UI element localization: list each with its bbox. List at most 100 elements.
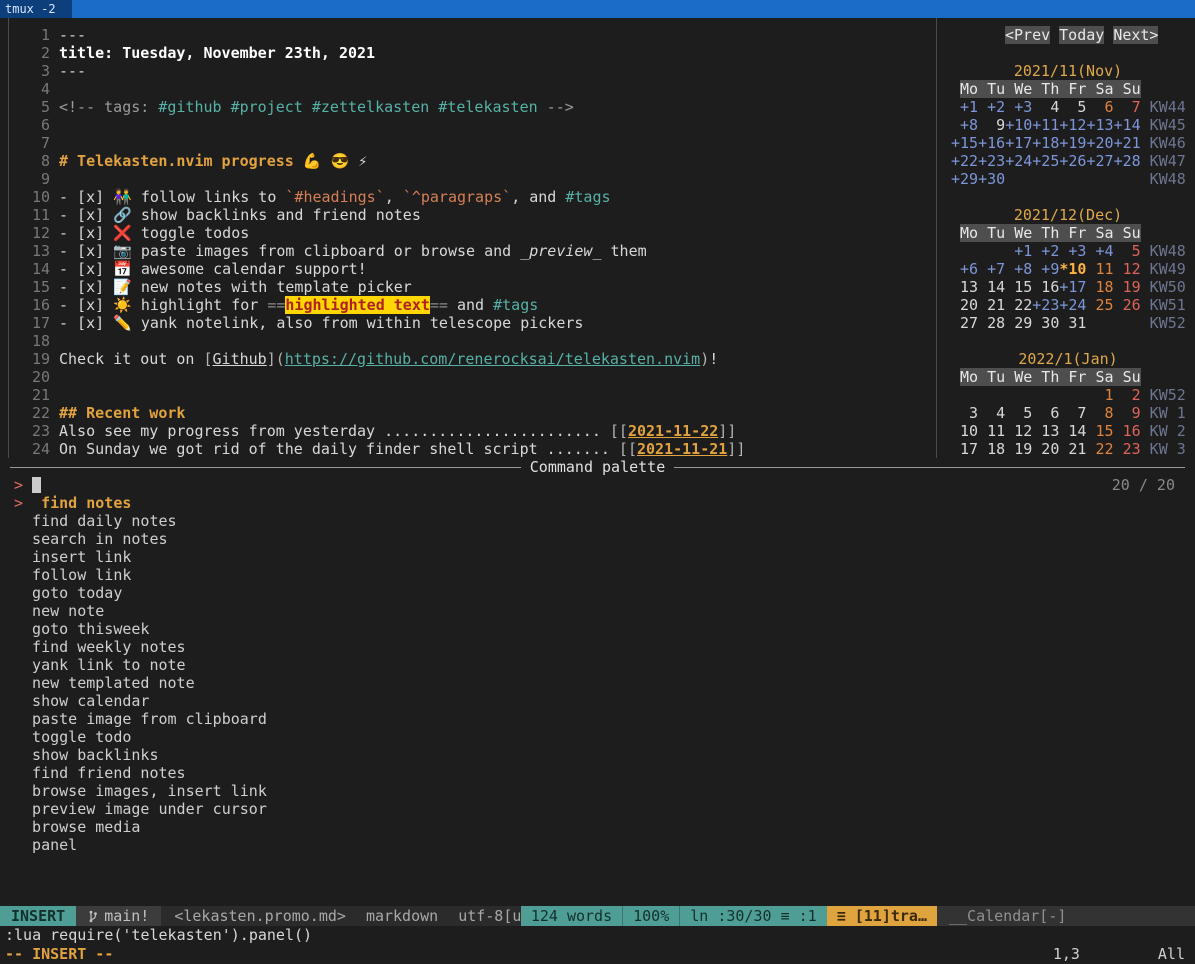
calendar-day[interactable]: +2 xyxy=(1032,242,1059,260)
calendar-day[interactable]: 21 xyxy=(978,296,1005,314)
calendar-day[interactable]: +25 xyxy=(1032,152,1059,170)
calendar-day[interactable]: +6 xyxy=(951,260,978,278)
calendar-day[interactable]: 9 xyxy=(1114,404,1141,422)
calendar-day[interactable]: 11 xyxy=(978,422,1005,440)
calendar-day[interactable]: 29 xyxy=(1005,314,1032,332)
calendar-day[interactable]: +21 xyxy=(1114,134,1141,152)
calendar-day[interactable]: +26 xyxy=(1059,152,1086,170)
calendar-day[interactable]: 16 xyxy=(1114,422,1141,440)
calendar-day[interactable]: +2 xyxy=(978,98,1005,116)
palette-item[interactable]: browse media xyxy=(0,818,1195,836)
tabline-indicator[interactable]: ≡ [11]tra… xyxy=(827,906,937,926)
calendar-day[interactable]: +14 xyxy=(1114,116,1141,134)
palette-prompt-input[interactable]: > 20 / 20 xyxy=(0,476,1195,494)
calendar-day[interactable]: 20 xyxy=(951,296,978,314)
calendar-day[interactable]: 19 xyxy=(1005,440,1032,458)
vim-command-line[interactable]: :lua require('telekasten').panel() xyxy=(0,926,1195,944)
calendar-day[interactable]: 14 xyxy=(978,278,1005,296)
calendar-today-button[interactable]: Today xyxy=(1059,26,1104,44)
calendar-day[interactable]: 12 xyxy=(1114,260,1141,278)
palette-item[interactable]: new templated note xyxy=(0,674,1195,692)
palette-item[interactable]: goto thisweek xyxy=(0,620,1195,638)
calendar-day[interactable]: +27 xyxy=(1086,152,1113,170)
calendar-day[interactable]: +8 xyxy=(951,116,978,134)
calendar-day[interactable]: 13 xyxy=(951,278,978,296)
calendar-day[interactable]: 7 xyxy=(1114,98,1141,116)
calendar-day[interactable]: 13 xyxy=(1032,422,1059,440)
calendar-day[interactable]: 6 xyxy=(1086,98,1113,116)
calendar-day[interactable]: 28 xyxy=(978,314,1005,332)
calendar-day[interactable]: 25 xyxy=(1086,296,1113,314)
calendar-day[interactable]: 20 xyxy=(1032,440,1059,458)
calendar-day[interactable]: 9 xyxy=(978,116,1005,134)
calendar-day[interactable]: +1 xyxy=(951,98,978,116)
calendar-day[interactable]: +16 xyxy=(978,134,1005,152)
calendar-day[interactable]: +24 xyxy=(1059,296,1086,314)
calendar-day[interactable]: 18 xyxy=(1086,278,1113,296)
palette-item[interactable]: browse images, insert link xyxy=(0,782,1195,800)
calendar-day[interactable]: +7 xyxy=(978,260,1005,278)
calendar-day[interactable]: +10 xyxy=(1005,116,1032,134)
calendar-prev-button[interactable]: <Prev xyxy=(1005,26,1050,44)
calendar-day[interactable]: +19 xyxy=(1059,134,1086,152)
calendar-day[interactable]: +24 xyxy=(1005,152,1032,170)
calendar-next-button[interactable]: Next> xyxy=(1113,26,1158,44)
calendar-day[interactable]: +1 xyxy=(1005,242,1032,260)
calendar-day[interactable]: 4 xyxy=(978,404,1005,422)
calendar-day[interactable]: 6 xyxy=(1032,404,1059,422)
calendar-day[interactable]: 15 xyxy=(1005,278,1032,296)
palette-item[interactable]: follow link xyxy=(0,566,1195,584)
calendar-day[interactable]: 31 xyxy=(1059,314,1086,332)
palette-item-selected[interactable]: > find notes xyxy=(0,494,1195,512)
calendar-day[interactable]: 5 xyxy=(1005,404,1032,422)
calendar-day[interactable]: 21 xyxy=(1059,440,1086,458)
palette-item[interactable]: find friend notes xyxy=(0,764,1195,782)
calendar-day[interactable]: +20 xyxy=(1086,134,1113,152)
calendar-day[interactable]: 4 xyxy=(1032,98,1059,116)
calendar-day[interactable]: 17 xyxy=(951,440,978,458)
calendar-day[interactable]: 10 xyxy=(951,422,978,440)
palette-item[interactable]: find daily notes xyxy=(0,512,1195,530)
palette-item[interactable]: panel xyxy=(0,836,1195,854)
calendar-day[interactable]: +30 xyxy=(978,170,1005,188)
url-link[interactable]: https://github.com/renerocksai/telekaste… xyxy=(285,350,700,368)
calendar-day[interactable]: 8 xyxy=(1086,404,1113,422)
calendar-day[interactable]: *10 xyxy=(1059,260,1086,278)
palette-item[interactable]: goto today xyxy=(0,584,1195,602)
calendar-day[interactable]: 15 xyxy=(1086,422,1113,440)
calendar-day[interactable]: +3 xyxy=(1059,242,1086,260)
calendar-day[interactable]: 22 xyxy=(1086,440,1113,458)
calendar-day[interactable]: 26 xyxy=(1114,296,1141,314)
calendar-day[interactable]: 30 xyxy=(1032,314,1059,332)
calendar-day[interactable]: 14 xyxy=(1059,422,1086,440)
calendar-day[interactable]: +13 xyxy=(1086,116,1113,134)
calendar-day[interactable]: +28 xyxy=(1114,152,1141,170)
palette-item[interactable]: new note xyxy=(0,602,1195,620)
github-link[interactable]: Github xyxy=(213,350,267,368)
calendar-day[interactable]: +17 xyxy=(1059,278,1086,296)
calendar-day[interactable]: +3 xyxy=(1005,98,1032,116)
calendar-day[interactable]: +18 xyxy=(1032,134,1059,152)
calendar-day[interactable]: +4 xyxy=(1086,242,1113,260)
calendar-day[interactable]: 22 xyxy=(1005,296,1032,314)
calendar-day[interactable]: +23 xyxy=(978,152,1005,170)
calendar-day[interactable]: 12 xyxy=(1005,422,1032,440)
calendar-day[interactable]: +29 xyxy=(951,170,978,188)
palette-item[interactable]: preview image under cursor xyxy=(0,800,1195,818)
calendar-day[interactable]: +11 xyxy=(1032,116,1059,134)
calendar-day[interactable]: 2 xyxy=(1114,386,1141,404)
palette-item[interactable]: show calendar xyxy=(0,692,1195,710)
calendar-day[interactable]: +15 xyxy=(951,134,978,152)
calendar-day[interactable]: +8 xyxy=(1005,260,1032,278)
calendar-day[interactable]: 11 xyxy=(1086,260,1113,278)
palette-item[interactable]: search in notes xyxy=(0,530,1195,548)
calendar-day[interactable]: +9 xyxy=(1032,260,1059,278)
calendar-day[interactable]: +12 xyxy=(1059,116,1086,134)
palette-item[interactable]: paste image from clipboard xyxy=(0,710,1195,728)
palette-item[interactable]: find weekly notes xyxy=(0,638,1195,656)
calendar-day[interactable]: +22 xyxy=(951,152,978,170)
palette-item[interactable]: yank link to note xyxy=(0,656,1195,674)
palette-item[interactable]: toggle todo xyxy=(0,728,1195,746)
wiki-link[interactable]: 2021-11-21 xyxy=(637,440,727,458)
palette-item[interactable]: insert link xyxy=(0,548,1195,566)
